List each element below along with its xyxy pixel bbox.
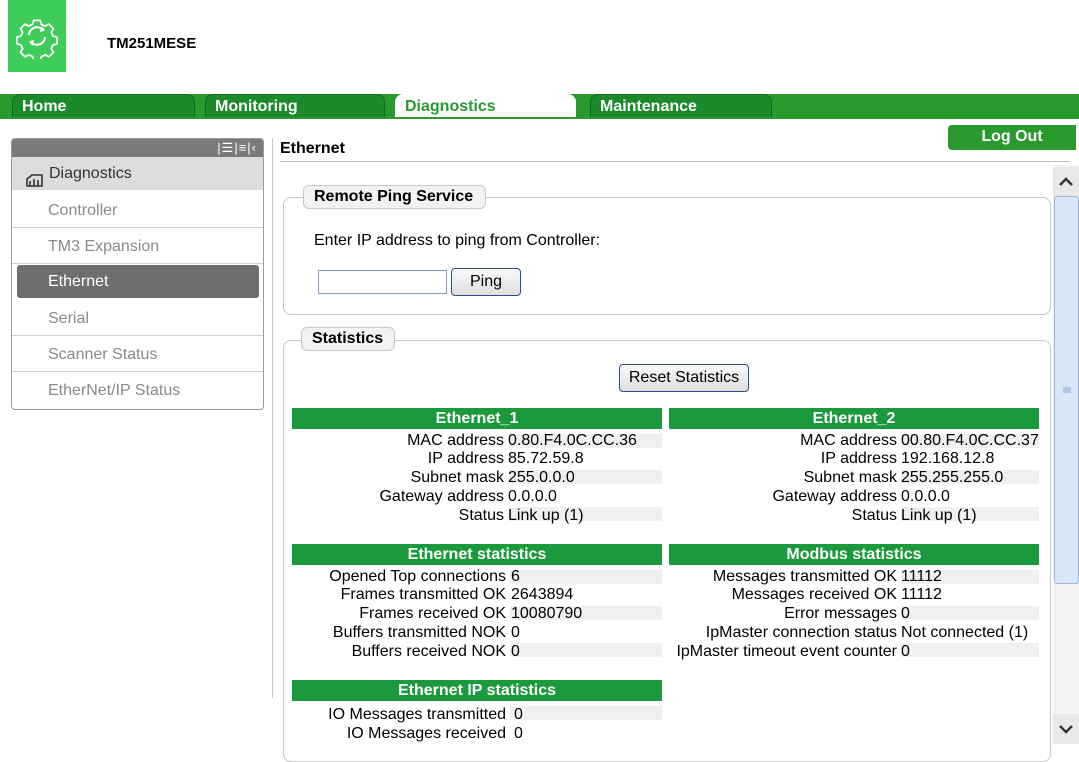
- chevron-up-icon: [1059, 177, 1073, 186]
- title-underline: [280, 161, 1070, 162]
- table-row: IpMaster connection status Not connected …: [705, 624, 1029, 641]
- ethernet-2-rows: MAC address 00.80.F4.0C.CC.37 IP address 1…: [669, 431, 1039, 526]
- table-row: Buffers transmitted NOK 0: [332, 624, 520, 641]
- ethernet-1-group: Ethernet_1: [292, 408, 662, 429]
- content-divider: [272, 138, 273, 698]
- ethernet-1-rows: MAC address 0.80.F4.0C.CC.36 IP address 85…: [292, 431, 662, 526]
- ping-prompt: Enter IP address to ping from Controller…: [314, 232, 601, 249]
- statistics-legend: Statistics: [301, 327, 395, 351]
- sidebar-item-tm3-expansion[interactable]: TM3 Expansion: [12, 229, 263, 264]
- modbus-statistics-group: Modbus statistics: [669, 544, 1039, 565]
- logout-button[interactable]: Log Out: [948, 125, 1076, 150]
- tab-maintenance[interactable]: Maintenance: [590, 94, 772, 117]
- table-row: Status Link up (1): [851, 507, 977, 524]
- table-row: Subnet mask 255.0.0.0: [410, 469, 575, 486]
- sidebar-item-controller[interactable]: Controller: [12, 193, 263, 228]
- ethernet-ip-statistics-rows: IO Messages transmitted 0 IO Messages rec…: [292, 703, 662, 744]
- table-row: Gateway address 0.0.0.0: [379, 488, 557, 505]
- sidebar-view-toggle-icons[interactable]: |☰|≡|‹: [217, 140, 257, 156]
- sidebar-heading-label: Diagnostics: [49, 165, 132, 182]
- table-row: Gateway address 0.0.0.0: [772, 488, 950, 505]
- sidebar-toolbar: |☰|≡|‹: [12, 139, 263, 157]
- table-row: Status Link up (1): [458, 507, 584, 524]
- table-row: Error messages 0: [784, 605, 910, 622]
- sidebar-heading: Diagnostics: [12, 157, 263, 190]
- table-row: IO Messages received 0: [346, 725, 523, 742]
- sidebar-item-ethernet[interactable]: Ethernet: [17, 265, 259, 298]
- table-row: IP address 192.168.12.8: [820, 450, 995, 467]
- ethernet-2-header: Ethernet_2: [669, 408, 1039, 429]
- sidebar-item-ethernetip-status[interactable]: EtherNet/IP Status: [12, 373, 263, 408]
- app-logo: [8, 0, 66, 72]
- scroll-thumb[interactable]: [1054, 196, 1079, 584]
- tab-diagnostics[interactable]: Diagnostics: [395, 94, 576, 117]
- page-title: Ethernet: [280, 140, 345, 157]
- modbus-statistics-header: Modbus statistics: [669, 544, 1039, 565]
- modbus-statistics-rows: Messages transmitted OK 11112 Messages re…: [669, 567, 1039, 662]
- ethernet-ip-statistics-group: Ethernet IP statistics: [292, 680, 662, 701]
- ip-address-input[interactable]: [318, 270, 447, 294]
- table-row: Opened Top connections 6: [329, 568, 520, 585]
- gear-swap-icon: [15, 19, 58, 59]
- table-row: IpMaster timeout event counter 0: [676, 643, 910, 660]
- ping-legend: Remote Ping Service: [303, 185, 486, 209]
- chevron-down-icon: [1059, 725, 1073, 734]
- grip-icon: [1062, 387, 1071, 393]
- reset-statistics-button[interactable]: Reset Statistics: [619, 364, 749, 392]
- table-row: Messages transmitted OK 11112: [712, 568, 942, 585]
- table-row: IP address 85.72.59.8: [427, 450, 584, 467]
- table-row: MAC address 0.80.F4.0C.CC.36: [407, 432, 637, 449]
- tab-monitoring[interactable]: Monitoring: [205, 94, 385, 117]
- ethernet-statistics-rows: Opened Top connections 6 Frames transmitt…: [292, 567, 662, 662]
- ping-button[interactable]: Ping: [451, 268, 521, 296]
- scroll-up-button[interactable]: [1053, 167, 1079, 197]
- table-row: Frames transmitted OK 2643894: [340, 586, 574, 603]
- ethernet-1-header: Ethernet_1: [292, 408, 662, 429]
- ethernet-statistics-group: Ethernet statistics: [292, 544, 662, 565]
- ethernet-2-group: Ethernet_2: [669, 408, 1039, 429]
- app-title: TM251MESE: [107, 35, 197, 52]
- table-row: Subnet mask 255.255.255.0: [803, 469, 1004, 486]
- diagnostics-icon: [26, 167, 43, 187]
- table-row: MAC address 00.80.F4.0C.CC.37: [800, 432, 1039, 449]
- scroll-down-button[interactable]: [1053, 714, 1079, 744]
- ethernet-ip-statistics-header: Ethernet IP statistics: [292, 680, 662, 701]
- table-row: Frames received OK 10080790: [359, 605, 583, 622]
- table-row: IO Messages transmitted 0: [328, 706, 523, 723]
- sidebar: |☰|≡|‹ Diagnostics Controller TM3 Expans…: [11, 138, 264, 410]
- ping-panel: [283, 197, 1051, 315]
- table-row: Buffers received NOK 0: [351, 643, 520, 660]
- table-row: Messages received OK 11112: [731, 586, 942, 603]
- sidebar-item-scanner-status[interactable]: Scanner Status: [12, 337, 263, 372]
- sidebar-item-serial[interactable]: Serial: [12, 301, 263, 336]
- ethernet-statistics-header: Ethernet statistics: [292, 544, 662, 565]
- tab-home[interactable]: Home: [12, 94, 195, 117]
